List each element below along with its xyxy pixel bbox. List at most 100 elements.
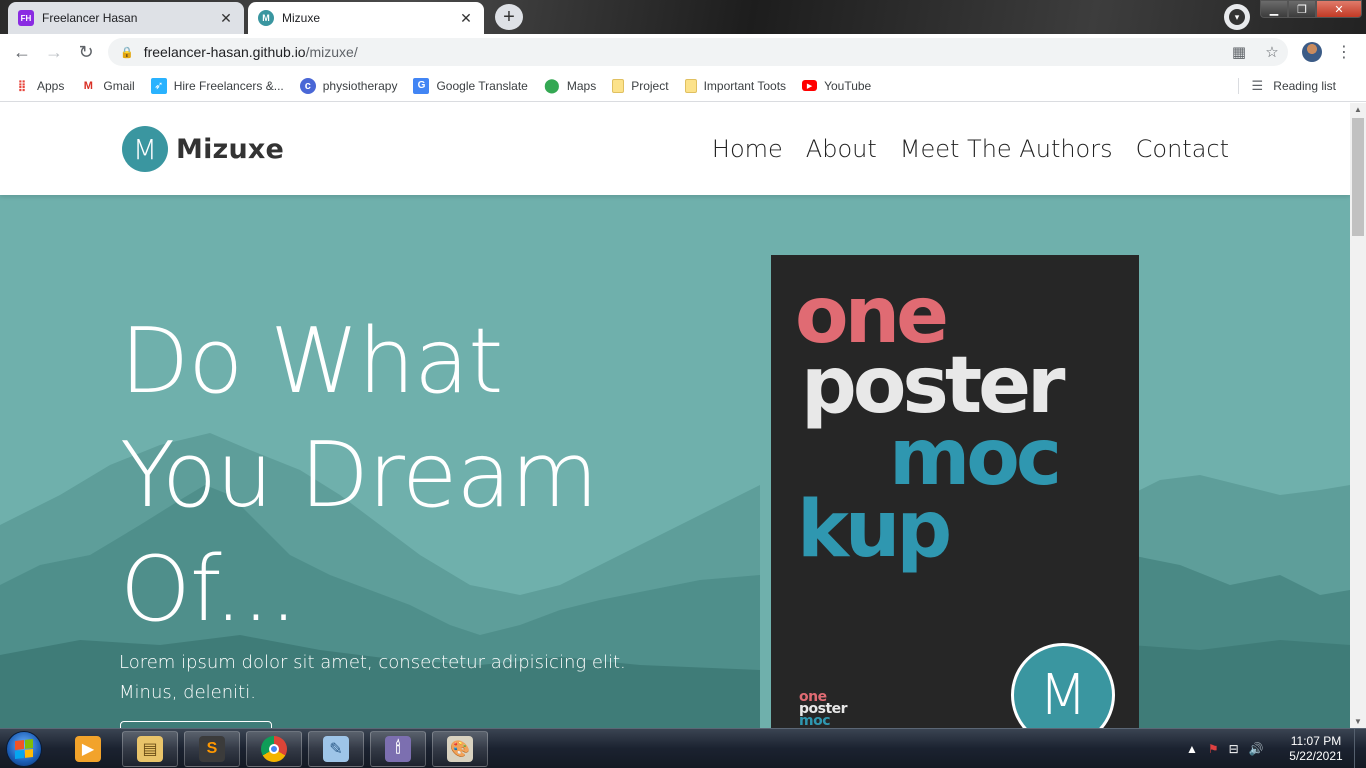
bookmark-youtube[interactable]: ▶ YouTube: [802, 79, 871, 93]
hero-title: Do What You Dream Of...: [120, 305, 680, 647]
tab-title: Mizuxe: [282, 11, 321, 25]
taskbar-sublime[interactable]: S: [184, 731, 240, 767]
tab-freelancer-hasan[interactable]: FH Freelancer Hasan ✕: [8, 2, 244, 34]
tab-favicon: FH: [18, 10, 34, 26]
poster-mockup-image: one poster moc kup one poster moc M: [771, 255, 1139, 728]
hero-description: Lorem ipsum dolor sit amet, consectetur …: [119, 652, 626, 703]
qr-code-icon[interactable]: ▦: [1229, 42, 1249, 62]
physiotherapy-icon: c: [299, 77, 316, 94]
bookmark-label: Hire Freelancers &...: [173, 78, 284, 93]
tab-mizuxe[interactable]: M Mizuxe ✕: [248, 2, 484, 34]
menu-kebab-icon[interactable]: ⋮: [1336, 42, 1352, 62]
hero-section: Do What You Dream Of... Lorem ipsum dolo…: [0, 195, 1350, 728]
site-header: M Mizuxe Home About Meet The Authors Con…: [0, 103, 1350, 195]
window-minimize-button[interactable]: ▁: [1260, 0, 1288, 18]
clock-time: 11:07 PM: [1290, 734, 1342, 748]
folder-icon: [684, 78, 697, 93]
youtube-icon: ▶: [802, 80, 818, 91]
reading-list-label: Reading list: [1273, 78, 1336, 93]
scroll-down-icon[interactable]: ▼: [1354, 717, 1362, 726]
reading-list-icon: ☰: [1251, 77, 1264, 93]
bookmark-project[interactable]: Project: [612, 78, 669, 93]
maps-icon: ⬤: [544, 77, 560, 93]
network-icon[interactable]: ⊟: [1229, 742, 1239, 756]
translate-icon: G: [413, 77, 430, 94]
taskbar-chrome[interactable]: [246, 731, 302, 767]
new-tab-button[interactable]: +: [495, 4, 523, 30]
bookmark-label: Gmail: [103, 78, 135, 93]
folder-icon: [612, 78, 625, 93]
volume-icon[interactable]: 🔊: [1249, 742, 1264, 756]
tab-search-button[interactable]: ▾: [1224, 4, 1250, 30]
reading-list-button[interactable]: ☰ Reading list: [1238, 77, 1336, 94]
bookmark-apps[interactable]: ⣿ Apps: [14, 78, 65, 94]
window-close-button[interactable]: ✕: [1316, 0, 1362, 18]
chevron-down-icon: ▾: [1229, 9, 1245, 25]
forward-arrow-icon[interactable]: →: [42, 40, 66, 64]
window-maximize-button[interactable]: ❐: [1288, 0, 1316, 18]
hero-title-line: Do What: [120, 309, 503, 414]
lock-icon: 🔒: [120, 46, 134, 59]
taskbar-notes[interactable]: ✎: [308, 731, 364, 767]
back-arrow-icon[interactable]: ←: [10, 40, 34, 64]
poster-mini-word: moc: [799, 713, 831, 728]
notepad-icon: ✎: [323, 736, 349, 762]
system-tray: ▲ ⚑ ⊟ 🔊: [1186, 729, 1264, 768]
bookmarks-bar: ⣿ Apps M Gmail ➶ Hire Freelancers &... c phy…: [0, 70, 1366, 102]
bookmark-gmail[interactable]: M Gmail: [80, 78, 135, 94]
taskbar-paint[interactable]: 🎨: [432, 731, 488, 767]
bookmark-maps[interactable]: ⬤ Maps: [544, 77, 597, 94]
bookmark-important-toots[interactable]: Important Toots: [684, 78, 786, 93]
bookmark-label: physiotherapy: [322, 78, 398, 93]
apps-grid-icon: ⣿: [17, 80, 27, 92]
bookmark-label: Maps: [566, 78, 597, 93]
nav-contact[interactable]: Contact: [1136, 135, 1229, 163]
hero-title-line: Of...: [120, 537, 298, 642]
tab-close-icon[interactable]: ✕: [218, 10, 234, 26]
nav-meet-the-authors[interactable]: Meet The Authors: [900, 135, 1113, 163]
profile-avatar[interactable]: [1302, 42, 1322, 62]
start-button[interactable]: [6, 731, 42, 767]
page-viewport: M Mizuxe Home About Meet The Authors Con…: [0, 103, 1350, 728]
freelancer-icon: ➶: [150, 77, 167, 94]
gmail-icon: M: [83, 79, 93, 92]
nav-home[interactable]: Home: [712, 135, 783, 163]
action-center-icon[interactable]: ⚑: [1208, 742, 1219, 756]
bookmark-star-icon[interactable]: ☆: [1262, 42, 1282, 62]
tab-close-icon[interactable]: ✕: [458, 10, 474, 26]
browser-toolbar: ← → ↻ 🔒 freelancer-hasan.github.io/mizux…: [0, 34, 1366, 70]
folder-icon: ▤: [137, 736, 163, 762]
bookmark-physiotherapy[interactable]: c physiotherapy: [299, 77, 398, 94]
nav-about[interactable]: About: [806, 135, 877, 163]
sublime-text-icon: S: [199, 736, 225, 762]
hero-title-line: You Dream: [120, 423, 598, 528]
system-clock[interactable]: 11:07 PM 5/22/2021: [1284, 734, 1348, 764]
page-scrollbar[interactable]: ▲ ▼: [1350, 103, 1366, 728]
clock-date: 5/22/2021: [1289, 749, 1343, 763]
hero-cta-button[interactable]: [120, 721, 272, 728]
url-path: /mizuxe/: [305, 44, 358, 60]
main-nav: Home About Meet The Authors Contact: [712, 135, 1229, 163]
browser-tab-strip: FH Freelancer Hasan ✕ M Mizuxe ✕ + ▾ ▁ ❐…: [0, 0, 1366, 34]
poster-word: kup: [797, 485, 952, 575]
windows-taskbar: ▶ ▤ S ✎ 🕯 🎨 ▲ ⚑ ⊟ 🔊 11:07 PM 5/22/2021: [0, 728, 1366, 768]
taskbar-explorer[interactable]: ▤: [122, 731, 178, 767]
address-bar[interactable]: 🔒 freelancer-hasan.github.io/mizuxe/: [108, 38, 1288, 66]
windows-logo-icon: [15, 739, 33, 759]
site-logo[interactable]: M Mizuxe: [122, 126, 284, 172]
logo-mark: M: [122, 126, 168, 172]
taskbar-media-player[interactable]: ▶: [60, 731, 116, 767]
scroll-up-icon[interactable]: ▲: [1354, 105, 1362, 114]
reload-icon[interactable]: ↻: [74, 40, 98, 64]
show-desktop-button[interactable]: [1354, 729, 1366, 768]
scrollbar-thumb[interactable]: [1352, 118, 1364, 236]
brand-name: Mizuxe: [176, 133, 284, 165]
taskbar-app[interactable]: 🕯: [370, 731, 426, 767]
bookmark-label: Google Translate: [436, 78, 528, 93]
paint-icon: 🎨: [447, 736, 473, 762]
show-hidden-icons-icon[interactable]: ▲: [1186, 742, 1198, 756]
candle-icon: 🕯: [385, 736, 411, 762]
bookmark-hire-freelancers[interactable]: ➶ Hire Freelancers &...: [150, 77, 284, 94]
poster-badge: M: [1011, 643, 1115, 728]
bookmark-google-translate[interactable]: G Google Translate: [413, 77, 528, 94]
